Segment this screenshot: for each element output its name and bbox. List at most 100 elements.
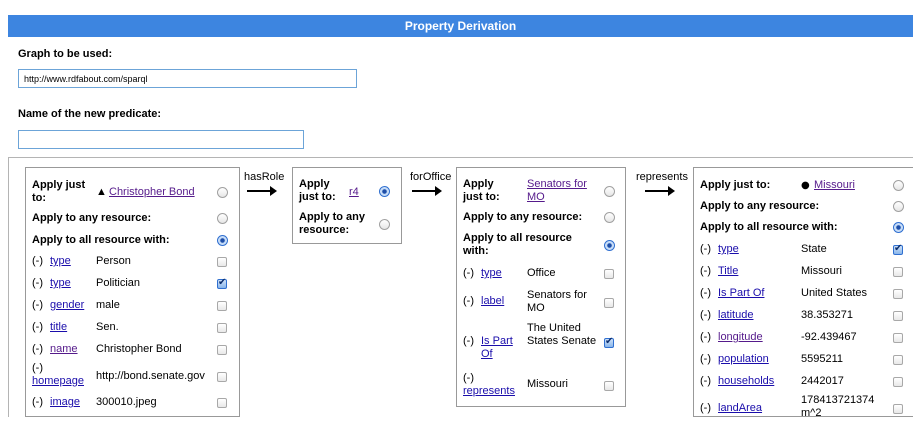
predicate-name-input[interactable] — [18, 130, 304, 149]
relation-label-foroffice: forOffice — [410, 171, 452, 183]
apply-just-radio[interactable] — [893, 180, 904, 191]
apply-all-radio[interactable] — [217, 235, 228, 246]
apply-any-radio[interactable] — [217, 213, 228, 224]
remove-link[interactable]: (-) — [700, 265, 711, 278]
remove-link[interactable]: (-) — [463, 267, 474, 280]
resource-card-4: Apply just to: ● Missouri Apply to any r… — [693, 167, 913, 419]
prop-link[interactable]: population — [718, 353, 769, 366]
predicate-label: Name of the new predicate: — [18, 108, 162, 120]
apply-any-label: Apply to any resource: — [700, 200, 820, 212]
prop-checkbox[interactable] — [217, 257, 227, 267]
prop-value: 38.353271 — [801, 309, 853, 321]
apply-just-to-label: Apply just to: — [299, 178, 336, 203]
relation-label-represents: represents — [636, 171, 688, 183]
apply-all-radio[interactable] — [893, 222, 904, 233]
graph-url-input[interactable] — [18, 69, 357, 88]
prop-link[interactable]: latitude — [718, 309, 753, 322]
prop-value: State — [801, 243, 827, 255]
triangle-icon: ▲ — [96, 186, 107, 198]
prop-link[interactable]: Title — [718, 265, 738, 278]
prop-checkbox[interactable] — [604, 269, 614, 279]
apply-just-radio[interactable] — [217, 187, 228, 198]
prop-value: Office — [527, 267, 556, 279]
remove-link[interactable]: (-) — [32, 396, 43, 409]
prop-value: Person — [96, 255, 131, 267]
apply-all-label: Apply to all resource with: — [463, 232, 572, 257]
prop-link[interactable]: type — [718, 243, 739, 256]
remove-link[interactable]: (-) — [463, 295, 474, 308]
resource-link[interactable]: Missouri — [814, 179, 855, 192]
remove-link[interactable]: (-) — [463, 335, 474, 348]
prop-checkbox[interactable] — [217, 277, 227, 289]
apply-any-radio[interactable] — [379, 219, 390, 230]
resource-card-1: Apply just to: ▲ Christopher Bond Apply … — [25, 167, 240, 417]
prop-link[interactable]: longitude — [718, 331, 763, 344]
prop-value: Sen. — [96, 321, 119, 333]
prop-checkbox[interactable] — [893, 289, 903, 299]
prop-value: Missouri — [801, 265, 842, 277]
prop-value: 2442017 — [801, 375, 844, 387]
prop-checkbox[interactable] — [604, 336, 614, 348]
prop-link[interactable]: homepage — [32, 375, 84, 388]
prop-link[interactable]: type — [481, 267, 502, 280]
remove-link[interactable]: (-) — [700, 353, 711, 366]
prop-checkbox[interactable] — [604, 298, 614, 308]
prop-checkbox[interactable] — [604, 381, 614, 391]
apply-all-label: Apply to all resource with: — [700, 221, 838, 233]
remove-link[interactable]: (-) — [32, 343, 43, 356]
remove-link[interactable]: (-) — [32, 277, 43, 290]
prop-checkbox[interactable] — [893, 311, 903, 321]
prop-link[interactable]: households — [718, 375, 774, 388]
arrow-right-icon — [247, 186, 277, 196]
apply-any-radio[interactable] — [893, 201, 904, 212]
prop-checkbox[interactable] — [893, 404, 903, 414]
prop-link[interactable]: type — [50, 255, 71, 268]
remove-link[interactable]: (-) — [700, 331, 711, 344]
prop-checkbox[interactable] — [217, 372, 227, 382]
apply-any-label: Apply to any resource: — [299, 211, 366, 236]
arrow-right-icon — [645, 186, 675, 196]
prop-link[interactable]: label — [481, 295, 504, 308]
resource-link[interactable]: r4 — [349, 186, 359, 199]
prop-link[interactable]: represents — [463, 385, 515, 398]
prop-link[interactable]: type — [50, 277, 71, 290]
prop-checkbox[interactable] — [893, 355, 903, 365]
prop-checkbox[interactable] — [893, 377, 903, 387]
prop-link[interactable]: gender — [50, 299, 84, 312]
remove-link[interactable]: (-) — [32, 321, 43, 334]
prop-checkbox[interactable] — [893, 267, 903, 277]
remove-link[interactable]: (-) — [32, 255, 43, 268]
prop-checkbox[interactable] — [893, 243, 903, 255]
prop-link[interactable]: landArea — [718, 402, 762, 415]
apply-any-radio[interactable] — [604, 212, 615, 223]
remove-link[interactable]: (-) — [700, 243, 711, 256]
prop-link[interactable]: Is Part Of — [718, 287, 764, 300]
relation-label-hasrole: hasRole — [244, 171, 285, 183]
remove-link[interactable]: (-) — [700, 402, 711, 415]
prop-link[interactable]: name — [50, 343, 78, 356]
prop-value: Christopher Bond — [96, 343, 182, 355]
remove-link[interactable]: (-) — [463, 372, 474, 385]
bullet-icon: ● — [801, 180, 810, 191]
prop-link[interactable]: title — [50, 321, 67, 334]
prop-checkbox[interactable] — [217, 398, 227, 408]
prop-value: male — [96, 299, 120, 311]
remove-link[interactable]: (-) — [32, 299, 43, 312]
resource-link[interactable]: Christopher Bond — [109, 186, 195, 199]
prop-checkbox[interactable] — [217, 323, 227, 333]
remove-link[interactable]: (-) — [700, 287, 711, 300]
remove-link[interactable]: (-) — [700, 309, 711, 322]
prop-checkbox[interactable] — [217, 301, 227, 311]
prop-link[interactable]: image — [50, 396, 80, 409]
remove-link[interactable]: (-) — [32, 362, 43, 375]
apply-just-radio[interactable] — [604, 186, 615, 197]
prop-checkbox[interactable] — [217, 345, 227, 355]
apply-all-radio[interactable] — [604, 240, 615, 251]
apply-just-radio[interactable] — [379, 186, 390, 197]
apply-just-to-label: Apply just to: — [32, 179, 86, 204]
prop-checkbox[interactable] — [893, 333, 903, 343]
resource-link[interactable]: Senators for MO — [527, 178, 599, 204]
prop-link[interactable]: Is Part Of — [481, 335, 521, 361]
remove-link[interactable]: (-) — [700, 375, 711, 388]
prop-value: 300010.jpeg — [96, 396, 157, 408]
